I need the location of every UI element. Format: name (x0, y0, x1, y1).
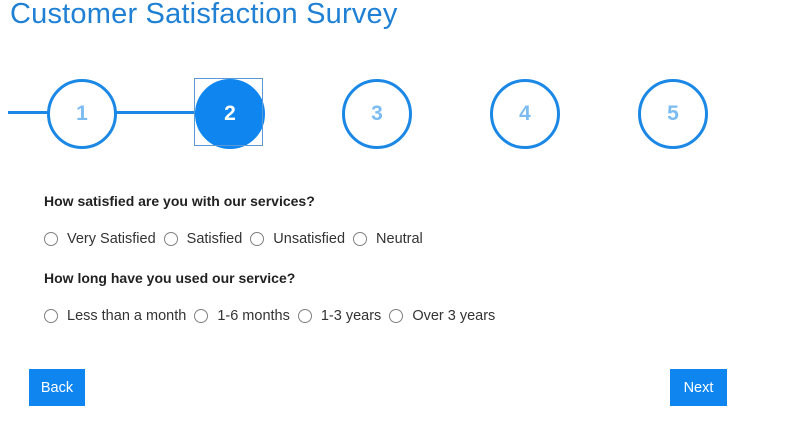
step-number: 5 (667, 102, 679, 125)
option-label: Over 3 years (412, 308, 496, 324)
step-1[interactable]: 1 (47, 79, 117, 149)
option-label: Satisfied (186, 231, 243, 247)
question-satisfaction: How satisfied are you with our services? (44, 193, 315, 209)
question-usage-duration: How long have you used our service? (44, 270, 296, 286)
step-2[interactable]: 2 (195, 79, 265, 149)
step-5[interactable]: 5 (638, 79, 708, 149)
radio-button[interactable] (194, 309, 209, 323)
option-very-satisfied[interactable]: Very Satisfied (44, 231, 156, 247)
satisfaction-options: Very Satisfied Satisfied Unsatisfied Neu… (44, 231, 431, 247)
step-4[interactable]: 4 (490, 79, 560, 149)
option-1-3-years[interactable]: 1-3 years (297, 308, 382, 324)
option-label: Less than a month (67, 308, 187, 324)
option-less-than-a-month[interactable]: Less than a month (44, 308, 186, 324)
step-3[interactable]: 3 (342, 79, 412, 149)
option-label: Very Satisfied (67, 231, 156, 247)
next-button[interactable]: Next (670, 369, 727, 406)
step-number: 2 (224, 102, 236, 125)
radio-button[interactable] (353, 232, 368, 246)
option-label: 1-6 months (217, 308, 290, 324)
page-title: Customer Satisfaction Survey (10, 0, 398, 30)
stepper-connector (116, 111, 196, 114)
radio-button[interactable] (250, 232, 265, 246)
radio-button[interactable] (44, 309, 58, 323)
usage-duration-options: Less than a month 1-6 months 1-3 years O… (44, 308, 503, 324)
radio-button[interactable] (389, 309, 404, 323)
option-label: Neutral (376, 231, 423, 247)
radio-button[interactable] (163, 232, 178, 246)
option-label: Unsatisfied (273, 231, 346, 247)
step-number: 3 (371, 102, 383, 125)
option-1-6-months[interactable]: 1-6 months (194, 308, 290, 324)
radio-button[interactable] (297, 309, 312, 323)
option-label: 1-3 years (320, 308, 382, 324)
option-unsatisfied[interactable]: Unsatisfied (250, 231, 345, 247)
option-neutral[interactable]: Neutral (353, 231, 423, 247)
step-number: 1 (76, 102, 88, 125)
step-number: 4 (519, 102, 531, 125)
progress-stepper: 1 2 3 4 5 (0, 78, 791, 149)
back-button[interactable]: Back (29, 369, 85, 406)
option-over-3-years[interactable]: Over 3 years (389, 308, 495, 324)
stepper-connector (8, 111, 48, 114)
option-satisfied[interactable]: Satisfied (163, 231, 243, 247)
radio-button[interactable] (44, 232, 58, 246)
